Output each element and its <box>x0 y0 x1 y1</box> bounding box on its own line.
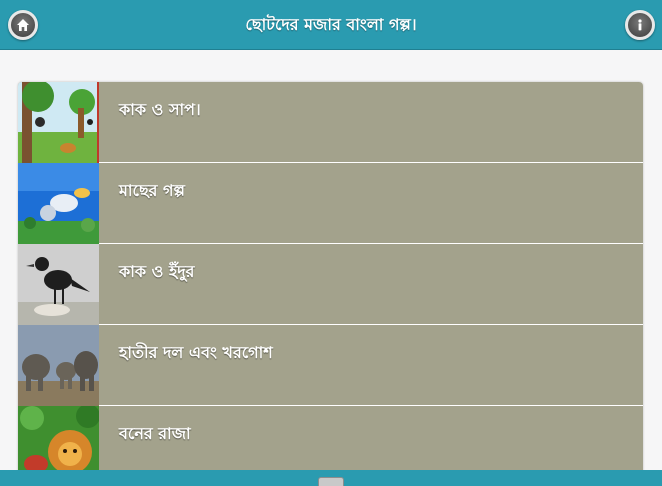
app-header: ছোটদের মজার বাংলা গল্প। <box>0 0 662 50</box>
underwater-fish-scene-image <box>18 163 99 244</box>
lion-in-forest-image <box>18 406 99 476</box>
elephant-herd-image <box>18 325 99 406</box>
story-thumbnail <box>18 325 99 406</box>
jungle-tree-scene-image <box>18 82 99 163</box>
story-thumbnail <box>18 244 99 325</box>
app-footer <box>0 470 662 486</box>
story-title: বনের রাজা <box>119 424 191 443</box>
list-item[interactable]: হাতীর দল এবং খরগোশ <box>18 325 643 406</box>
list-item[interactable]: মাছের গল্প <box>18 163 643 244</box>
story-title: মাছের গল্প <box>119 181 185 200</box>
story-thumbnail <box>18 406 99 476</box>
story-list: কাক ও সাপ। মাছের গল্প কাক ও ইঁদুর হাতীর … <box>18 82 643 476</box>
info-button[interactable] <box>625 10 655 40</box>
story-thumbnail <box>18 82 99 163</box>
story-thumbnail <box>18 163 99 244</box>
selection-edge <box>97 82 99 163</box>
list-item[interactable]: কাক ও সাপ। <box>18 82 643 163</box>
story-title: কাক ও ইঁদুর <box>119 262 195 281</box>
crow-on-ground-image <box>18 244 99 325</box>
footer-handle[interactable] <box>318 477 344 486</box>
story-title: কাক ও সাপ। <box>119 100 201 119</box>
list-item[interactable]: কাক ও ইঁদুর <box>18 244 643 325</box>
page-title: ছোটদের মজার বাংলা গল্প। <box>245 15 417 34</box>
list-item[interactable]: বনের রাজা <box>18 406 643 476</box>
story-title: হাতীর দল এবং খরগোশ <box>119 343 273 362</box>
info-icon <box>638 19 642 31</box>
